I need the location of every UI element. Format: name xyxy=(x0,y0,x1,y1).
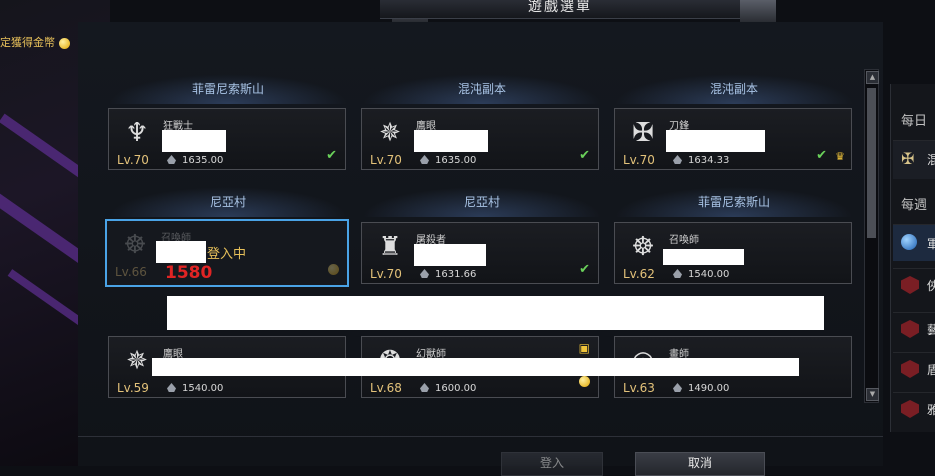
power-icon xyxy=(673,155,682,164)
guild-crest-icon xyxy=(901,320,919,338)
check-icon: ✔ xyxy=(326,148,337,163)
scroll-thumb[interactable] xyxy=(867,88,876,238)
crown-icon: ♛ xyxy=(835,150,845,163)
gold-coin-icon xyxy=(328,259,339,278)
character-number: 1580 xyxy=(165,263,213,283)
blade-emblem-icon: ✠ xyxy=(901,149,915,168)
guild-crest-icon xyxy=(901,400,919,418)
redaction-mask xyxy=(414,244,486,266)
redaction-mask xyxy=(156,241,206,263)
quest-row[interactable]: 藝 xyxy=(893,312,935,345)
character-level: Lv.62 xyxy=(623,267,655,281)
character-power-value: 1600.00 xyxy=(435,383,477,394)
character-power-value: 1540.00 xyxy=(182,383,224,394)
redaction-mask xyxy=(152,358,799,376)
power-icon xyxy=(420,155,429,164)
hawkeye-emblem-icon: ✵ xyxy=(379,118,401,148)
power-icon xyxy=(167,155,176,164)
character-job: 召喚師 xyxy=(669,235,699,246)
login-status: 登入中 xyxy=(207,247,247,262)
quest-row-text: 俠 xyxy=(927,279,935,293)
quest-side-panel: 每日 ✠ 混 每週 軍 俠 藝 盾 雅 xyxy=(890,84,935,432)
title-ornament-right xyxy=(740,0,776,22)
quest-row[interactable]: 俠 xyxy=(893,268,935,301)
daily-header: 每日 xyxy=(901,114,928,129)
redaction-mask xyxy=(167,296,824,330)
weekly-header: 每週 xyxy=(901,198,928,213)
character-power-value: 1490.00 xyxy=(688,383,730,394)
summoner-emblem-icon: ☸ xyxy=(631,232,655,262)
server-header: 混沌副本 xyxy=(362,74,602,104)
title-bar: 遊戲選單 xyxy=(380,0,740,19)
character-power: 1600.00 xyxy=(420,383,476,394)
character-power-value: 1634.33 xyxy=(688,155,730,166)
quest-row-text: 盾 xyxy=(927,363,935,377)
power-icon xyxy=(673,269,682,278)
blade-emblem-icon: ✠ xyxy=(632,118,654,148)
scroll-up-icon[interactable]: ▲ xyxy=(866,71,879,84)
guild-crest-icon xyxy=(901,360,919,378)
character-power-value: 1635.00 xyxy=(435,155,477,166)
gold-coin-icon xyxy=(58,37,70,49)
character-power-value: 1540.00 xyxy=(688,269,730,280)
quest-row[interactable]: 軍 xyxy=(893,224,935,261)
login-button[interactable]: 登入 xyxy=(501,452,603,476)
redaction-mask xyxy=(666,130,765,152)
quest-row[interactable]: ✠ 混 xyxy=(893,140,935,179)
quest-row[interactable]: 盾 xyxy=(893,352,935,385)
character-level: Lv.70 xyxy=(370,153,402,167)
power-icon xyxy=(420,383,429,392)
character-card[interactable]: ♆ 狂戰士 Lv.70 1635.00 ✔ xyxy=(108,108,346,170)
server-header: 尼亞村 xyxy=(108,187,348,217)
footer-divider xyxy=(78,436,883,437)
power-icon xyxy=(673,383,682,392)
guild-crest-icon xyxy=(901,276,919,294)
quest-row-text: 軍 xyxy=(927,237,935,251)
check-icon: ✔ xyxy=(579,262,590,277)
cancel-button[interactable]: 取消 xyxy=(635,452,765,476)
character-power: 1490.00 xyxy=(673,383,729,394)
scroll-down-icon[interactable]: ▼ xyxy=(866,388,879,401)
quest-row-text: 混 xyxy=(927,153,935,167)
redaction-mask xyxy=(663,249,744,265)
quest-row[interactable]: 雅 xyxy=(893,392,935,425)
character-power: 1540.00 xyxy=(673,269,729,280)
character-level: Lv.70 xyxy=(623,153,655,167)
window-title: 遊戲選單 xyxy=(528,0,592,15)
blue-orb-icon xyxy=(901,234,917,250)
character-card-selected[interactable]: ☸ 召喚師 Lv.66 登入中 1580 xyxy=(105,219,349,287)
character-level: Lv.68 xyxy=(370,381,402,395)
server-header: 混沌副本 xyxy=(614,74,854,104)
power-icon xyxy=(420,269,429,278)
check-icon: ✔ xyxy=(816,148,827,163)
server-header: 菲雷尼索斯山 xyxy=(614,187,854,217)
server-header: 尼亞村 xyxy=(362,187,602,217)
gold-notice: 定獲得金幣 xyxy=(0,34,70,50)
character-level: Lv.66 xyxy=(115,265,147,279)
quest-row-text: 藝 xyxy=(927,323,935,337)
character-power: 1634.33 xyxy=(673,155,729,166)
power-icon xyxy=(167,383,176,392)
character-power-value: 1631.66 xyxy=(435,269,477,280)
hawkeye-emblem-icon: ✵ xyxy=(126,346,148,376)
gift-icon: ▣ xyxy=(578,341,590,355)
redaction-mask xyxy=(162,130,226,152)
redaction-mask xyxy=(414,130,488,152)
character-power: 1631.66 xyxy=(420,269,476,280)
quest-row-text: 雅 xyxy=(927,403,935,417)
character-level: Lv.63 xyxy=(623,381,655,395)
character-level: Lv.70 xyxy=(370,267,402,281)
berserker-emblem-icon: ♆ xyxy=(125,118,149,148)
character-power: 1540.00 xyxy=(167,383,223,394)
server-header: 菲雷尼索斯山 xyxy=(108,74,348,104)
character-power-value: 1635.00 xyxy=(182,155,224,166)
summoner-emblem-icon: ☸ xyxy=(123,230,147,260)
scrollbar[interactable]: ▲ ▼ xyxy=(864,69,879,403)
character-power: 1635.00 xyxy=(167,155,223,166)
character-level: Lv.70 xyxy=(117,153,149,167)
slayer-emblem-icon: ♜ xyxy=(378,232,402,262)
check-icon: ✔ xyxy=(579,148,590,163)
character-level: Lv.59 xyxy=(117,381,149,395)
character-power: 1635.00 xyxy=(420,155,476,166)
